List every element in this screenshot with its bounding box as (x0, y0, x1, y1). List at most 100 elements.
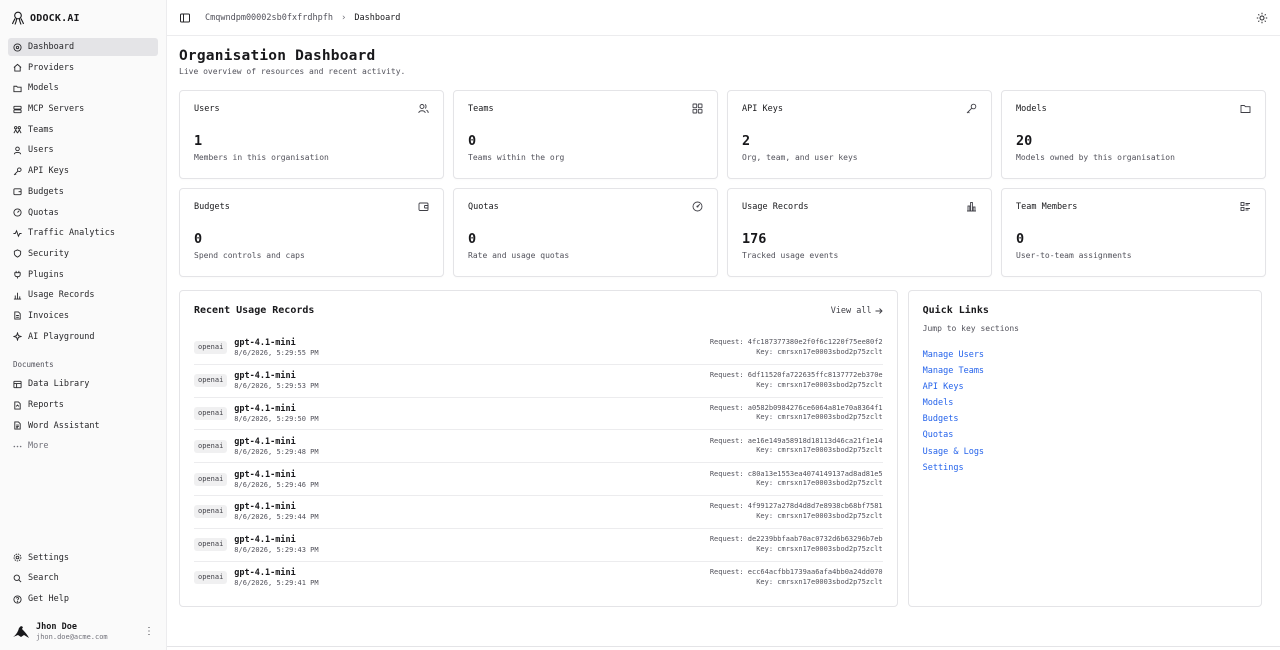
record-row[interactable]: openai gpt-4.1-mini 8/6/2026, 5:29:50 PM … (194, 398, 883, 431)
main-nav: Dashboard Providers Models MCP Servers T… (8, 38, 158, 348)
record-time: 8/6/2026, 5:29:41 PM (234, 579, 319, 588)
nav-item-more[interactable]: More (8, 437, 158, 455)
stat-value: 2 (742, 133, 751, 149)
quick-link-budgets[interactable]: Budgets (923, 413, 1247, 429)
nav-item-users[interactable]: Users (8, 141, 158, 159)
nav-item-get-help[interactable]: Get Help (8, 590, 158, 608)
nav-label: Data Library (28, 379, 90, 390)
nav-item-traffic-analytics[interactable]: Traffic Analytics (8, 224, 158, 242)
quick-link-manage-teams[interactable]: Manage Teams (923, 365, 1247, 381)
brand[interactable]: ODOCK.AI (8, 8, 158, 28)
nav-item-data-library[interactable]: Data Library (8, 375, 158, 393)
stat-card-budgets[interactable]: Budgets 0 Spend controls and caps (179, 188, 444, 277)
page-subtitle: Live overview of resources and recent ac… (179, 67, 406, 76)
stat-card-usage-records[interactable]: Usage Records 176 Tracked usage events (727, 188, 992, 277)
stat-description: Tracked usage events (742, 251, 839, 260)
nav-item-api-keys[interactable]: API Keys (8, 162, 158, 180)
main-panel: Cmqwndpm00002sb0fxfrdhpfh › Dashboard Or… (166, 0, 1280, 650)
request-prefix: Request: (709, 436, 744, 445)
nav-item-budgets[interactable]: Budgets (8, 183, 158, 201)
record-request: Request: 6df11520fa722635ffc8137772eb370… (710, 371, 883, 381)
nav-item-providers[interactable]: Providers (8, 59, 158, 77)
request-prefix: Request: (709, 371, 744, 380)
octopus-logo-icon (12, 11, 24, 25)
record-row[interactable]: openai gpt-4.1-mini 8/6/2026, 5:29:55 PM … (194, 332, 883, 365)
nav-item-ai-playground[interactable]: AI Playground (8, 328, 158, 346)
stat-card-api-keys[interactable]: API Keys 2 Org, team, and user keys (727, 90, 992, 179)
quick-links-subtitle: Jump to key sections (922, 324, 1019, 333)
request-prefix: Request: (709, 469, 744, 478)
record-row[interactable]: openai gpt-4.1-mini 8/6/2026, 5:29:43 PM … (194, 529, 883, 562)
nav-item-usage-records[interactable]: Usage Records (8, 286, 158, 304)
key-id: cmrsxn17e0003sbod2p75zclt (777, 479, 883, 488)
request-id: ae16e149a58918d18113d46ca21f1e14 (747, 436, 883, 445)
quick-link-settings[interactable]: Settings (923, 462, 1247, 478)
request-prefix: Request: (709, 338, 744, 347)
quick-link-api-keys[interactable]: API Keys (923, 381, 1247, 397)
record-key: Key: cmrsxn17e0003sbod2p75zclt (710, 380, 883, 391)
quick-link-models[interactable]: Models (923, 397, 1247, 413)
stat-value: 0 (1016, 231, 1025, 247)
user-email: jhon.doe@acme.com (36, 632, 108, 641)
stat-description: Spend controls and caps (194, 251, 305, 260)
search-icon (13, 574, 22, 583)
quick-links-title: Quick Links (922, 305, 989, 316)
key-icon (13, 167, 22, 176)
quick-link-usage-logs[interactable]: Usage & Logs (923, 446, 1247, 462)
wallet-icon (418, 201, 429, 212)
gauge-icon (692, 201, 703, 212)
record-time: 8/6/2026, 5:29:48 PM (234, 447, 319, 456)
nav-item-mcp-servers[interactable]: MCP Servers (8, 100, 158, 118)
record-row[interactable]: openai gpt-4.1-mini 8/6/2026, 5:29:46 PM … (194, 463, 883, 496)
nav-item-dashboard[interactable]: Dashboard (8, 38, 158, 56)
stat-card-team-members[interactable]: Team Members 0 User-to-team assignments (1001, 188, 1266, 277)
record-row[interactable]: openai gpt-4.1-mini 8/6/2026, 5:29:44 PM … (194, 496, 883, 529)
record-row[interactable]: openai gpt-4.1-mini 8/6/2026, 5:29:41 PM … (194, 562, 883, 595)
view-all-link[interactable]: View all (831, 306, 883, 316)
user-profile[interactable]: Jhon Doe jhon.doe@acme.com ⋮ (8, 614, 158, 642)
record-key: Key: cmrsxn17e0003sbod2p75zclt (710, 479, 883, 489)
record-time: 8/6/2026, 5:29:44 PM (234, 513, 319, 522)
record-request: Request: ecc64acfbb1739aa6afa4bb0a24dd07… (710, 568, 883, 578)
nav-label: Users (28, 145, 54, 156)
nav-item-security[interactable]: Security (8, 245, 158, 263)
nav-item-plugins[interactable]: Plugins (8, 266, 158, 284)
quick-link-quotas[interactable]: Quotas (923, 429, 1247, 445)
quick-link-manage-users[interactable]: Manage Users (923, 349, 1247, 365)
request-id: a0582b0984276ce6064a81e70a8364f1 (747, 403, 883, 412)
nav-item-word-assistant[interactable]: Word Assistant (8, 417, 158, 435)
stats-grid: Users 1 Members in this organisation Tea… (179, 90, 1266, 277)
record-time: 8/6/2026, 5:29:50 PM (234, 414, 319, 423)
nav-item-models[interactable]: Models (8, 79, 158, 97)
stat-card-teams[interactable]: Teams 0 Teams within the org (453, 90, 718, 179)
nav-label: Usage Records (28, 290, 95, 301)
nav-item-settings[interactable]: Settings (8, 549, 158, 567)
record-row[interactable]: openai gpt-4.1-mini 8/6/2026, 5:29:48 PM … (194, 430, 883, 464)
key-id: cmrsxn17e0003sbod2p75zclt (777, 380, 883, 389)
nav-item-quotas[interactable]: Quotas (8, 204, 158, 222)
documents-section-label: Documents (13, 360, 54, 370)
record-row[interactable]: openai gpt-4.1-mini 8/6/2026, 5:29:53 PM … (194, 365, 883, 398)
stat-card-quotas[interactable]: Quotas 0 Rate and usage quotas (453, 188, 718, 277)
record-model: gpt-4.1-mini (234, 403, 296, 414)
more-vertical-icon[interactable]: ⋮ (144, 626, 154, 637)
record-key: Key: cmrsxn17e0003sbod2p75zclt (710, 578, 882, 588)
gauge-icon (13, 208, 22, 217)
team-icon (13, 125, 22, 134)
key-icon (966, 103, 977, 114)
nav-item-teams[interactable]: Teams (8, 121, 158, 139)
nav-item-invoices[interactable]: Invoices (8, 307, 158, 325)
request-prefix: Request: (709, 502, 744, 511)
chevron-right-icon: › (340, 12, 347, 23)
sun-icon[interactable] (1256, 12, 1268, 24)
stat-card-models[interactable]: Models 20 Models owned by this organisat… (1001, 90, 1266, 179)
plug-icon (13, 270, 22, 279)
recent-usage-records-card: Recent Usage Records View all openai gpt… (179, 290, 898, 607)
nav-label: Dashboard (28, 42, 75, 52)
nav-label: AI Playground (28, 331, 95, 342)
sidebar-toggle-icon[interactable] (179, 12, 191, 24)
stat-card-users[interactable]: Users 1 Members in this organisation (179, 90, 444, 179)
nav-item-reports[interactable]: Reports (8, 396, 158, 414)
nav-item-search[interactable]: Search (8, 569, 158, 587)
breadcrumb-org[interactable]: Cmqwndpm00002sb0fxfrdhpfh (205, 13, 333, 23)
